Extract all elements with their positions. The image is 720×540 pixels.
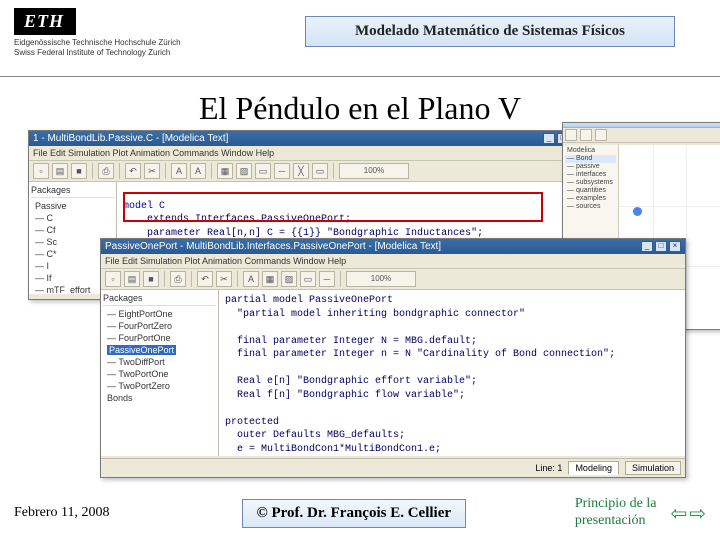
tree-item: — Cf — [31, 224, 114, 236]
slide-header: ETH Eidgenössische Technische Hochschule… — [0, 0, 720, 61]
win2-toolbar: ▫ ▤ ■ ⎙ ↶ ✂ A ▦ ▨ ▭ ─ 100% — [101, 269, 685, 290]
eth-subtitle-2: Swiss Federal Institute of Technology Zu… — [14, 48, 181, 58]
grid2-icon[interactable]: ▨ — [236, 163, 252, 179]
grid-icon[interactable]: ▦ — [217, 163, 233, 179]
win2-tree[interactable]: — EightPortOne — FourPortZero — FourPort… — [103, 308, 216, 404]
cut-icon[interactable]: ✂ — [144, 163, 160, 179]
principio-link[interactable]: Principio de la presentación — [575, 496, 657, 530]
win2-code-canvas: partial model PassiveOnePort "partial mo… — [219, 290, 685, 456]
author-badge: © Prof. Dr. François E. Cellier — [242, 499, 467, 528]
tool-icon[interactable] — [565, 129, 577, 141]
cut-icon[interactable]: ✂ — [216, 271, 232, 287]
win2-title: PassiveOnePort - MultiBondLib.Interfaces… — [105, 241, 441, 252]
print-icon[interactable]: ⎙ — [170, 271, 186, 287]
tree-item: — quantities — [565, 187, 616, 195]
prev-arrow-icon[interactable]: ⇦ — [670, 501, 687, 526]
tree-item: — TwoDiffPort — [103, 356, 216, 368]
tool-icon[interactable] — [595, 129, 607, 141]
tree-item: — sources — [565, 203, 616, 211]
tree-item: — FourPortZero — [103, 320, 216, 332]
win1-titlebar[interactable]: 1 - MultiBondLib.Passive.C - [Modelica T… — [29, 131, 587, 146]
tree-item: — passive — [565, 163, 616, 171]
bold-icon[interactable]: A — [171, 163, 187, 179]
doc-icon[interactable]: ▭ — [255, 163, 271, 179]
minimize-button[interactable]: _ — [641, 241, 653, 252]
sel-icon[interactable]: ▭ — [312, 163, 328, 179]
header-divider — [0, 76, 720, 77]
port-dot[interactable] — [633, 207, 642, 216]
win1-title: 1 - MultiBondLib.Passive.C - [Modelica T… — [33, 133, 228, 144]
eth-logo: ETH — [14, 8, 76, 35]
tree-item: — Bond — [565, 155, 616, 163]
grid-icon[interactable]: ▦ — [262, 271, 278, 287]
tree-item: Modelica — [565, 147, 616, 155]
undo-icon[interactable]: ↶ — [125, 163, 141, 179]
course-title-badge: Modelado Matemático de Sistemas Físicos — [305, 16, 675, 47]
status-line: Line: 1 — [535, 463, 562, 473]
tree-item: — FourPortOne — [103, 332, 216, 344]
line-icon[interactable]: ─ — [274, 163, 290, 179]
maximize-button[interactable]: □ — [655, 241, 667, 252]
print-icon[interactable]: ⎙ — [98, 163, 114, 179]
tree-item: — interfaces — [565, 171, 616, 179]
window-passive-one-port: PassiveOnePort - MultiBondLib.Interfaces… — [100, 238, 686, 478]
save-icon[interactable]: ■ — [143, 271, 159, 287]
win1-pane-header: Packages — [31, 185, 114, 198]
tree-item-selected: PassiveOnePort — [107, 345, 176, 355]
slide-footer: Febrero 11, 2008 © Prof. Dr. François E.… — [0, 490, 720, 540]
eth-subtitle-1: Eidgenössische Technische Hochschule Zür… — [14, 38, 181, 48]
doc-icon[interactable]: ▭ — [300, 271, 316, 287]
undo-icon[interactable]: ↶ — [197, 271, 213, 287]
tree-item: — C — [31, 212, 114, 224]
font-icon[interactable]: A — [190, 163, 206, 179]
tree-item: — subsystems — [565, 179, 616, 187]
highlight-box-1 — [123, 192, 543, 222]
win2-packages-pane[interactable]: Packages — EightPortOne — FourPortZero —… — [101, 290, 219, 456]
tree-item: — examples — [565, 195, 616, 203]
tree-item: — TwoPortOne — [103, 368, 216, 380]
win2-statusbar: Line: 1 Modeling Simulation — [101, 458, 685, 477]
new-icon[interactable]: ▫ — [105, 271, 121, 287]
nav-arrows: ⇦ ⇨ — [670, 501, 706, 526]
tree-item: Bonds — [103, 392, 216, 404]
new-icon[interactable]: ▫ — [33, 163, 49, 179]
win2-code[interactable]: partial model PassiveOnePort "partial mo… — [219, 290, 685, 456]
win1-toolbar: ▫ ▤ ■ ⎙ ↶ ✂ A A ▦ ▨ ▭ ─ ╳ ▭ 100% — [29, 161, 587, 182]
tool-icon[interactable] — [580, 129, 592, 141]
screenshot-area: 1 - MultiBondLib.Passive.C - [Modelica T… — [28, 130, 692, 482]
open-icon[interactable]: ▤ — [124, 271, 140, 287]
tree-item: Passive — [31, 200, 114, 212]
win2-menubar[interactable]: File Edit Simulation Plot Animation Comm… — [101, 254, 685, 269]
win1-menubar[interactable]: File Edit Simulation Plot Animation Comm… — [29, 146, 587, 161]
cross-icon[interactable]: ╳ — [293, 163, 309, 179]
slide-date: Febrero 11, 2008 — [14, 505, 110, 521]
zoom-select[interactable]: 100% — [339, 163, 409, 179]
win2-titlebar[interactable]: PassiveOnePort - MultiBondLib.Interfaces… — [101, 239, 685, 254]
bold-icon[interactable]: A — [243, 271, 259, 287]
tree-item: — EightPortOne — [103, 308, 216, 320]
win2-pane-header: Packages — [103, 293, 216, 306]
next-arrow-icon[interactable]: ⇨ — [689, 501, 706, 526]
zoom-select[interactable]: 100% — [346, 271, 416, 287]
tree-item: — TwoPortZero — [103, 380, 216, 392]
close-button[interactable]: × — [669, 241, 681, 252]
tab-modeling[interactable]: Modeling — [568, 461, 619, 475]
open-icon[interactable]: ▤ — [52, 163, 68, 179]
grid2-icon[interactable]: ▨ — [281, 271, 297, 287]
eth-logo-block: ETH Eidgenössische Technische Hochschule… — [14, 8, 181, 57]
save-icon[interactable]: ■ — [71, 163, 87, 179]
line-icon[interactable]: ─ — [319, 271, 335, 287]
win3-toolbar — [563, 128, 720, 143]
minimize-button[interactable]: _ — [543, 133, 555, 144]
tab-simulation[interactable]: Simulation — [625, 461, 681, 475]
